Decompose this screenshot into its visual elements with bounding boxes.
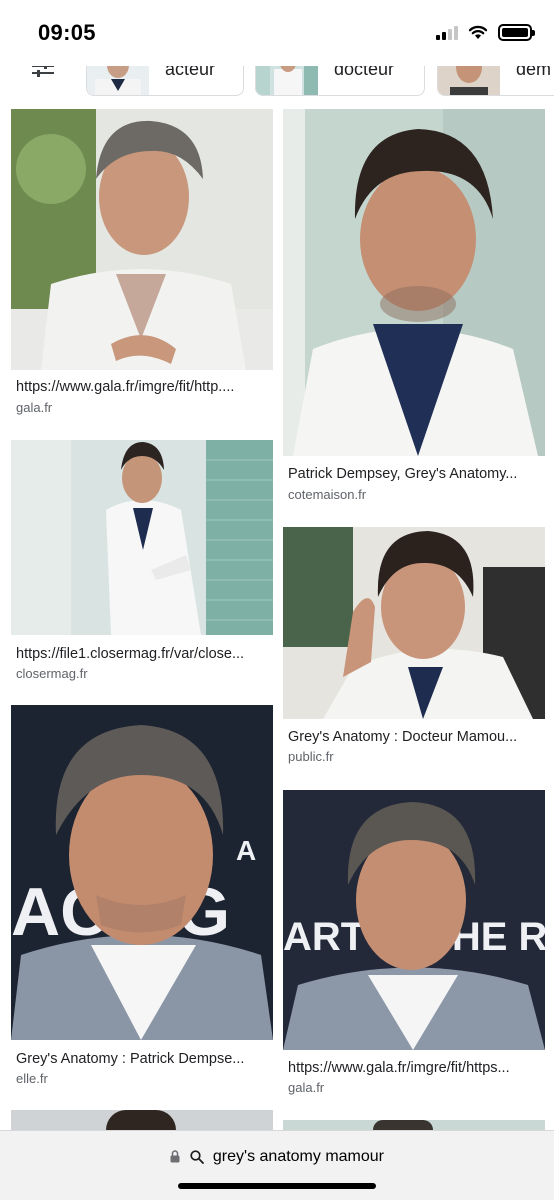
result-title[interactable]: https://www.gala.fr/imgre/fit/http.... xyxy=(16,379,268,395)
result-source: closermag.fr xyxy=(16,666,88,681)
chip-docteur[interactable]: docteur xyxy=(255,66,425,96)
status-time: 09:05 xyxy=(38,20,96,45)
battery-icon xyxy=(498,24,535,41)
image-result[interactable]: ACING A Grey's Anatomy : Patrick Dempse.… xyxy=(11,705,273,1090)
chip-thumbnail xyxy=(256,66,318,95)
status-bar: 09:05 xyxy=(0,0,554,66)
image-result-partial[interactable] xyxy=(283,1120,545,1130)
image-result-partial[interactable] xyxy=(11,1110,273,1130)
filter-icon[interactable] xyxy=(30,66,56,78)
result-image[interactable] xyxy=(11,109,273,370)
image-result[interactable]: ART IN THE RAIN https://www.gala.fr/imgr… xyxy=(283,790,545,1100)
result-image[interactable] xyxy=(283,109,545,456)
chip-thumbnail xyxy=(438,66,500,95)
cellular-signal-icon xyxy=(436,25,458,40)
chip-label: docteur xyxy=(334,66,395,79)
result-title[interactable]: Grey's Anatomy : Docteur Mamou... xyxy=(288,729,540,745)
chip-label: acteur xyxy=(165,66,216,79)
related-searches-row: acteur docteur dem xyxy=(0,66,554,102)
chip-acteur[interactable]: acteur xyxy=(86,66,244,96)
chip-label: dem xyxy=(516,66,552,79)
result-image[interactable]: ART IN THE RAIN xyxy=(283,790,545,1050)
result-title[interactable]: Grey's Anatomy : Patrick Dempse... xyxy=(16,1051,268,1067)
home-indicator[interactable] xyxy=(178,1183,376,1189)
search-icon xyxy=(190,1150,205,1164)
chip-thumbnail xyxy=(87,66,149,95)
status-icons xyxy=(436,24,535,41)
result-source: public.fr xyxy=(288,749,334,764)
image-result[interactable]: Patrick Dempsey, Grey's Anatomy... cotem… xyxy=(283,109,545,504)
browser-address-bar: grey's anatomy mamour xyxy=(0,1130,554,1200)
chip-dem[interactable]: dem xyxy=(437,66,554,96)
image-result[interactable]: Grey's Anatomy : Docteur Mamou... public… xyxy=(283,527,545,772)
backdrop-lettering-small: A xyxy=(236,835,256,866)
result-source: gala.fr xyxy=(16,400,53,415)
result-image[interactable] xyxy=(283,527,545,719)
image-result[interactable]: https://file1.closermag.fr/var/close... … xyxy=(11,440,273,685)
result-source: cotemaison.fr xyxy=(288,487,367,502)
lock-icon xyxy=(170,1150,180,1163)
address-text: grey's anatomy mamour xyxy=(212,1148,385,1165)
result-title[interactable]: https://file1.closermag.fr/var/close... xyxy=(16,646,268,662)
result-title[interactable]: Patrick Dempsey, Grey's Anatomy... xyxy=(288,466,540,482)
address-field[interactable]: grey's anatomy mamour xyxy=(0,1148,554,1166)
result-image[interactable]: ACING A xyxy=(11,705,273,1040)
image-result[interactable]: https://www.gala.fr/imgre/fit/http.... g… xyxy=(11,109,273,419)
result-title[interactable]: https://www.gala.fr/imgre/fit/https... xyxy=(288,1060,540,1076)
result-image[interactable] xyxy=(11,440,273,635)
result-source: elle.fr xyxy=(16,1071,48,1086)
result-source: gala.fr xyxy=(288,1080,325,1095)
wifi-icon xyxy=(468,25,488,39)
